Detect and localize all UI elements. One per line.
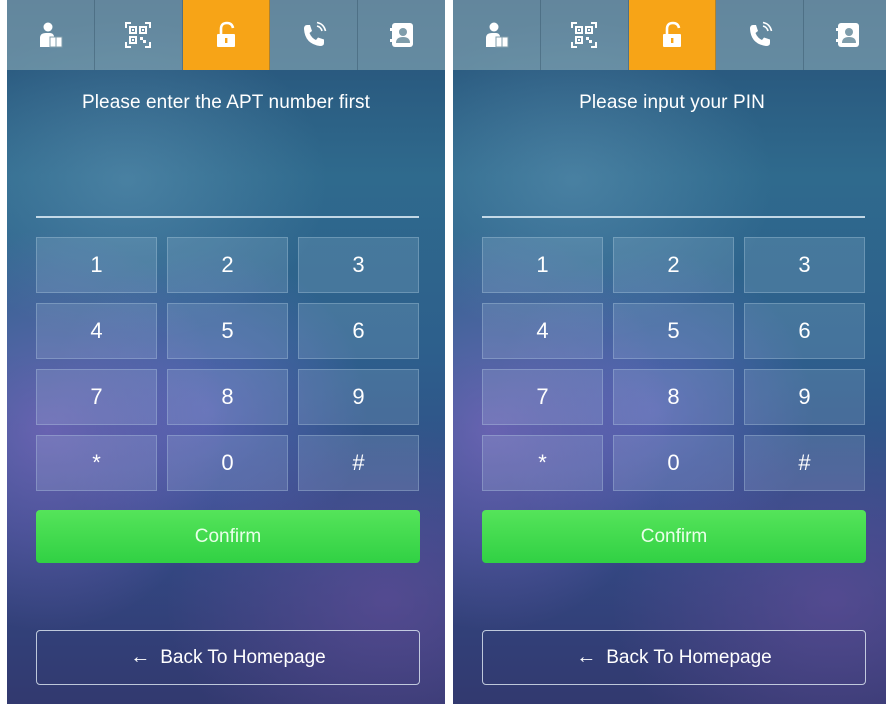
key-6[interactable]: 6 — [744, 303, 865, 359]
confirm-button[interactable]: Confirm — [482, 510, 866, 563]
key-3[interactable]: 3 — [298, 237, 419, 293]
tab-call[interactable] — [270, 0, 359, 70]
pin-entry-screen: Please input your PIN 1 2 3 4 5 6 7 8 9 … — [453, 0, 886, 704]
keypad: 1 2 3 4 5 6 7 8 9 * 0 # — [36, 237, 420, 491]
pin-input[interactable] — [482, 216, 865, 218]
key-8[interactable]: 8 — [613, 369, 734, 425]
unlock-icon — [662, 21, 681, 47]
arrow-left-icon: ← — [130, 646, 151, 668]
tab-contacts[interactable] — [358, 0, 445, 70]
key-star[interactable]: * — [482, 435, 603, 491]
key-hash[interactable]: # — [744, 435, 865, 491]
key-hash[interactable]: # — [298, 435, 419, 491]
tab-call[interactable] — [716, 0, 805, 70]
tab-delivery[interactable] — [453, 0, 541, 70]
tab-bar — [7, 0, 445, 70]
key-2[interactable]: 2 — [167, 237, 288, 293]
contacts-icon — [835, 23, 859, 47]
delivery-person-icon — [486, 22, 509, 48]
key-2[interactable]: 2 — [613, 237, 734, 293]
key-1[interactable]: 1 — [482, 237, 603, 293]
apt-entry-screen: Please enter the APT number first 1 2 3 … — [7, 0, 445, 704]
key-0[interactable]: 0 — [167, 435, 288, 491]
contacts-icon — [389, 23, 413, 47]
back-to-homepage-button[interactable]: ← Back To Homepage — [482, 630, 866, 685]
qr-code-icon — [125, 22, 152, 48]
back-to-homepage-button[interactable]: ← Back To Homepage — [36, 630, 420, 685]
phone-call-icon — [303, 21, 327, 46]
key-8[interactable]: 8 — [167, 369, 288, 425]
key-star[interactable]: * — [36, 435, 157, 491]
back-button-label: Back To Homepage — [160, 646, 326, 668]
unlock-icon — [216, 21, 235, 47]
key-5[interactable]: 5 — [613, 303, 734, 359]
delivery-person-icon — [40, 22, 63, 48]
key-6[interactable]: 6 — [298, 303, 419, 359]
prompt-text: Please input your PIN — [579, 92, 765, 113]
back-button-label: Back To Homepage — [606, 646, 772, 668]
tab-qr-code[interactable] — [94, 0, 183, 70]
tab-unlock[interactable] — [628, 0, 717, 70]
confirm-button[interactable]: Confirm — [36, 510, 420, 563]
key-0[interactable]: 0 — [613, 435, 734, 491]
tab-unlock[interactable] — [182, 0, 271, 70]
keypad: 1 2 3 4 5 6 7 8 9 * 0 # — [482, 237, 866, 491]
key-4[interactable]: 4 — [36, 303, 157, 359]
phone-call-icon — [749, 21, 773, 46]
tab-bar — [453, 0, 886, 70]
prompt-text: Please enter the APT number first — [81, 92, 371, 113]
tab-delivery[interactable] — [7, 0, 95, 70]
key-3[interactable]: 3 — [744, 237, 865, 293]
tab-contacts[interactable] — [804, 0, 886, 70]
qr-code-icon — [571, 22, 598, 48]
key-7[interactable]: 7 — [482, 369, 603, 425]
key-5[interactable]: 5 — [167, 303, 288, 359]
key-4[interactable]: 4 — [482, 303, 603, 359]
apt-number-input[interactable] — [36, 216, 419, 218]
key-1[interactable]: 1 — [36, 237, 157, 293]
key-7[interactable]: 7 — [36, 369, 157, 425]
tab-qr-code[interactable] — [540, 0, 629, 70]
arrow-left-icon: ← — [576, 646, 597, 668]
key-9[interactable]: 9 — [298, 369, 419, 425]
key-9[interactable]: 9 — [744, 369, 865, 425]
